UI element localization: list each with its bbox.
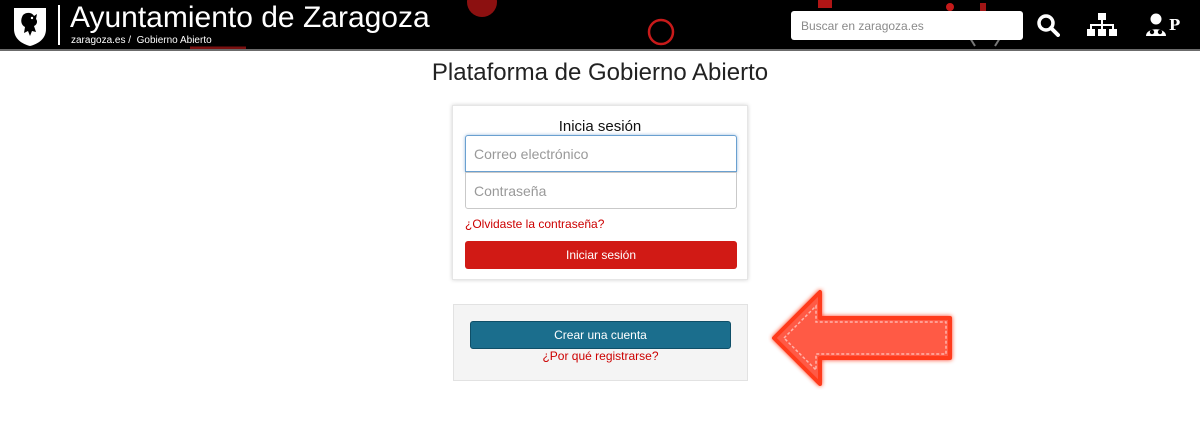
- user-profile-icon[interactable]: P: [1142, 10, 1182, 40]
- login-panel: Inicia sesión ¿Olvidaste la contraseña? …: [452, 105, 748, 280]
- create-account-button[interactable]: Crear una cuenta: [470, 321, 731, 349]
- page-title: Plataforma de Gobierno Abierto: [431, 59, 769, 86]
- login-title: Inicia sesión: [558, 118, 642, 135]
- why-register-link[interactable]: ¿Por qué registrarse?: [454, 349, 747, 363]
- register-panel: Crear una cuenta ¿Por qué registrarse?: [453, 304, 748, 381]
- breadcrumb: zaragoza.es / Gobierno Abierto: [71, 35, 212, 46]
- email-field[interactable]: [465, 135, 737, 172]
- top-header: Ayuntamiento de Zaragoza zaragoza.es / G…: [0, 0, 1200, 51]
- search-icon[interactable]: [1034, 10, 1062, 40]
- login-button[interactable]: Iniciar sesión: [465, 241, 737, 269]
- city-coat-of-arms-logo[interactable]: [10, 5, 50, 47]
- breadcrumb-home-link[interactable]: zaragoza.es: [71, 35, 125, 46]
- pointer-arrow-icon: [772, 290, 952, 386]
- site-title[interactable]: Ayuntamiento de Zaragoza: [70, 0, 430, 36]
- password-field[interactable]: [465, 172, 737, 209]
- search-input[interactable]: [791, 11, 1023, 40]
- header-divider: [58, 5, 60, 45]
- forgot-password-link[interactable]: ¿Olvidaste la contraseña?: [465, 217, 604, 231]
- breadcrumb-separator: /: [128, 35, 132, 46]
- sitemap-icon[interactable]: [1085, 10, 1119, 40]
- user-initial: P: [1168, 16, 1181, 34]
- breadcrumb-current[interactable]: Gobierno Abierto: [137, 35, 212, 46]
